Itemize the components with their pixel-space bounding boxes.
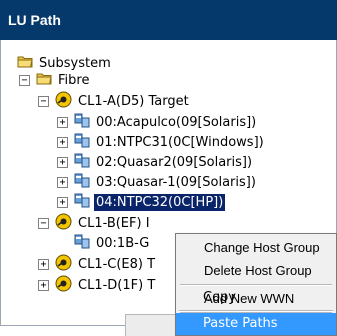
tree-node-host-group[interactable]: + 02:Quasar2(09[Solaris]) — [57, 152, 254, 172]
expand-icon[interactable]: + — [38, 258, 49, 270]
host-group-icon — [74, 234, 90, 253]
tree-label: CL1-D(1F) T — [78, 277, 156, 293]
collapse-icon[interactable]: − — [19, 74, 30, 86]
expand-icon[interactable]: + — [57, 196, 68, 208]
menu-item-copy[interactable]: Copy — [176, 287, 336, 309]
tree-label: 00:1B-G — [96, 235, 150, 251]
collapse-icon[interactable]: − — [38, 217, 49, 229]
port-icon — [55, 254, 72, 275]
tree-node-host-group[interactable]: + 03:Quasar-1(09[Solaris]) — [57, 172, 258, 192]
host-group-icon — [74, 173, 90, 192]
expand-icon[interactable]: + — [38, 279, 49, 291]
collapse-icon[interactable]: − — [38, 95, 49, 107]
port-icon — [55, 91, 72, 112]
expand-icon[interactable]: + — [57, 116, 68, 128]
tree-label: 01:NTPC31(0C[Windows]) — [96, 134, 264, 150]
host-group-icon — [74, 153, 90, 172]
tree-node-port-cl1-d[interactable]: + CL1-D(1F) T — [38, 275, 157, 295]
menu-item-delete-host-group[interactable]: Delete Host Group — [177, 260, 335, 282]
tree-label: Subsystem — [39, 55, 111, 71]
expand-icon[interactable]: + — [57, 136, 68, 148]
port-icon — [55, 213, 72, 234]
host-group-icon — [74, 133, 90, 152]
folder-icon — [36, 71, 52, 89]
port-icon — [55, 275, 72, 296]
tree-label: 00:Acapulco(09[Solaris]) — [96, 114, 257, 130]
tree-node-host-group-selected[interactable]: + 04:NTPC32(0C[HP]) — [57, 192, 226, 212]
tree-label: 02:Quasar2(09[Solaris]) — [96, 154, 253, 170]
panel-title: LU Path — [0, 0, 337, 40]
tree-node-host-group[interactable]: + 00:Acapulco(09[Solaris]) — [57, 112, 258, 132]
expand-icon[interactable]: + — [57, 176, 68, 188]
tree-label: 04:NTPC32(0C[HP]) — [94, 193, 226, 211]
tree-node-fibre[interactable]: − Fibre — [19, 70, 91, 90]
menu-separator — [179, 310, 333, 312]
tree-label: 03:Quasar-1(09[Solaris]) — [96, 174, 256, 190]
host-group-icon — [74, 113, 90, 132]
tree-node-port-cl1-c[interactable]: + CL1-C(E8) T — [38, 254, 157, 274]
tree-node-host-group[interactable]: 00:1B-G — [74, 233, 151, 253]
tree-node-port-cl1-a[interactable]: − CL1-A(D5) Target — [38, 91, 191, 111]
tree-node-host-group[interactable]: + 01:NTPC31(0C[Windows]) — [57, 132, 266, 152]
menu-separator — [180, 284, 332, 286]
tree-label: CL1-C(E8) T — [78, 256, 156, 272]
tree-node-port-cl1-b[interactable]: − CL1-B(EF) I — [38, 213, 152, 233]
expand-icon[interactable]: + — [57, 156, 68, 168]
menu-item-paste-paths[interactable]: Paste Paths — [176, 313, 336, 335]
tree-label: CL1-A(D5) Target — [78, 93, 189, 109]
menu-item-change-host-group[interactable]: Change Host Group — [177, 237, 335, 259]
tree-label: Fibre — [58, 72, 90, 88]
host-group-icon — [74, 193, 90, 212]
tree-label: CL1-B(EF) I — [78, 215, 150, 231]
